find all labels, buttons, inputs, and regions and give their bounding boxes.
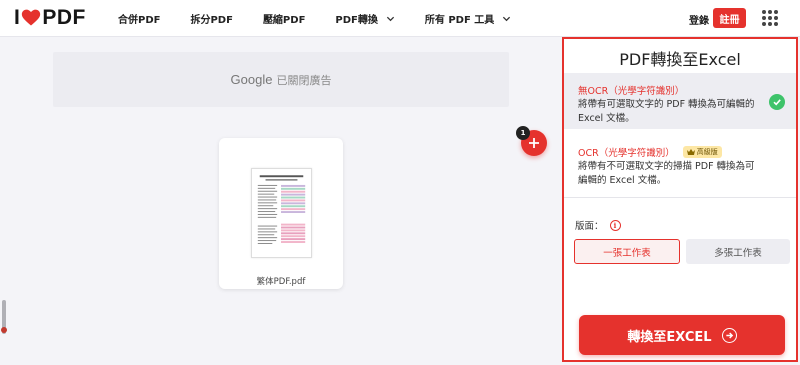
side-slider-handle[interactable] — [1, 327, 7, 333]
option-title: OCR（光學字符識別） — [578, 148, 675, 159]
premium-badge: 高級版 — [682, 146, 722, 158]
logo-letter-i: I — [14, 6, 21, 29]
option-desc-line2: 編輯的 Excel 文檔。 — [578, 175, 667, 186]
convert-to-excel-button[interactable]: 轉換至EXCEL — [579, 315, 785, 355]
google-text: Google — [230, 72, 273, 87]
option-desc-line1: 將帶有可選取文字的 PDF 轉換為可編輯的 — [578, 99, 755, 110]
register-button[interactable]: 註冊 — [713, 8, 746, 28]
nav-convert-pdf[interactable]: PDF轉換 — [335, 11, 394, 26]
crown-icon — [686, 149, 695, 155]
nav-split-pdf[interactable]: 拆分PDF — [190, 11, 232, 26]
top-header: I PDF 合併PDF 拆分PDF 壓縮PDF PDF轉換 所有 PDF 工具 … — [0, 0, 800, 37]
ad-closed-text: 已關閉廣告 — [276, 73, 332, 87]
option-desc-line2: Excel 文檔。 — [578, 113, 635, 124]
logo-text-pdf: PDF — [42, 6, 86, 29]
apps-grid-icon[interactable] — [762, 10, 778, 26]
convert-label: 轉換至EXCEL — [627, 329, 712, 345]
option-no-ocr[interactable]: 無OCR（光學字符識別） 將帶有可選取文字的 PDF 轉換為可編輯的 Excel… — [564, 73, 796, 129]
panel-title: PDF轉換至Excel — [619, 50, 741, 69]
option-title: 無OCR（光學字符識別） — [578, 86, 685, 97]
multi-sheet-button[interactable]: 多張工作表 — [686, 239, 790, 264]
file-card[interactable]: 繁体PDF.pdf — [219, 138, 343, 289]
option-desc-line1: 將帶有不可選取文字的掃描 PDF 轉換為可 — [578, 161, 755, 172]
chevron-down-icon — [503, 16, 511, 22]
panel-divider — [564, 197, 796, 198]
ad-placeholder: Google 已關閉廣告 — [53, 52, 509, 107]
arrow-right-icon — [721, 327, 737, 343]
login-link[interactable]: 登錄 — [689, 12, 709, 27]
check-icon — [769, 94, 785, 110]
nav-all-tools[interactable]: 所有 PDF 工具 — [425, 11, 511, 26]
heart-icon — [22, 9, 41, 26]
main-nav: 合併PDF 拆分PDF 壓縮PDF PDF轉換 所有 PDF 工具 — [118, 0, 541, 37]
option-ocr[interactable]: OCR（光學字符識別） 高級版 將帶有不可選取文字的掃描 PDF 轉換為可 編輯… — [564, 135, 796, 195]
info-icon[interactable]: i — [609, 219, 621, 231]
pdf-thumbnail — [251, 168, 312, 258]
chevron-down-icon — [386, 16, 394, 22]
file-name: 繁体PDF.pdf — [256, 277, 306, 287]
nav-compress-pdf[interactable]: 壓縮PDF — [263, 11, 305, 26]
file-count-badge: 1 — [516, 126, 530, 140]
ilovepdf-logo[interactable]: I PDF — [14, 6, 86, 29]
single-sheet-button[interactable]: 一張工作表 — [574, 239, 680, 264]
nav-merge-pdf[interactable]: 合併PDF — [118, 11, 160, 26]
layout-label: 版面： i — [575, 218, 621, 232]
options-panel: PDF轉換至Excel 無OCR（光學字符識別） 將帶有可選取文字的 PDF 轉… — [562, 37, 798, 362]
plus-icon — [529, 138, 539, 148]
